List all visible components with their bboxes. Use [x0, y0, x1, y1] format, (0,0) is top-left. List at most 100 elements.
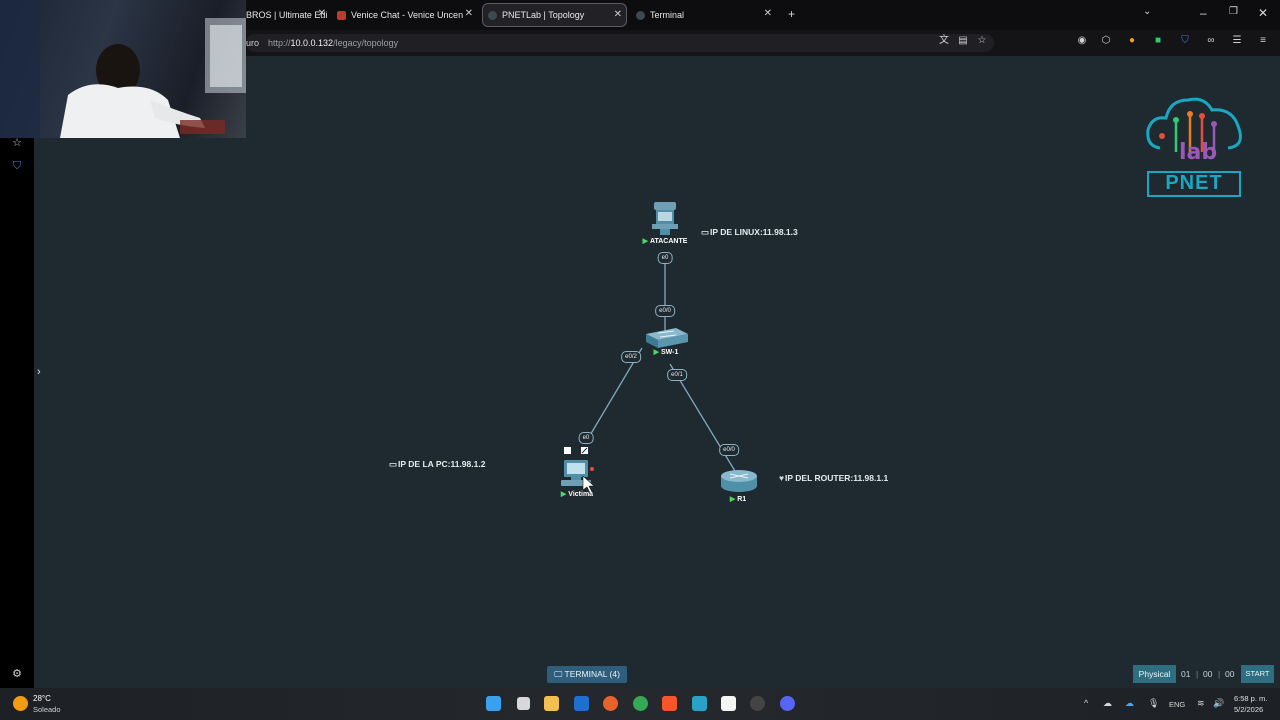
- tray-chevron-icon[interactable]: ^: [1084, 698, 1088, 708]
- restore-icon[interactable]: ❐: [1229, 6, 1238, 17]
- heart-icon: ♥: [779, 473, 785, 483]
- interface-label: e0: [578, 432, 594, 444]
- pnet-logo: lab PNET: [1142, 90, 1246, 200]
- note-linux-ip[interactable]: ▭IP DE LINUX:11.98.1.3: [701, 227, 798, 238]
- victima-node-icon[interactable]: [561, 447, 594, 486]
- timer-hours: 01: [1181, 669, 1191, 679]
- weather-temperature[interactable]: 28°C: [33, 694, 51, 703]
- timer-seconds: 00: [1225, 669, 1235, 679]
- left-sidebar: ☆ ⛉ ⚙: [0, 56, 34, 688]
- windows-taskbar: 28°C Soleado ^ ☁ ☁ 🎙 ENG ≋ 🔊 6:58 p. m. …: [0, 688, 1280, 720]
- close-icon[interactable]: ✕: [764, 8, 772, 19]
- file-explorer-icon[interactable]: [544, 696, 559, 711]
- tab-title: PNETLab | Topology: [502, 10, 585, 20]
- task-view-icon[interactable]: [517, 697, 530, 710]
- microphone-icon[interactable]: 🎙: [1148, 698, 1159, 709]
- note-pc-ip[interactable]: ▭IP DE LA PC:11.98.1.2: [389, 459, 485, 470]
- interface-label: e0/2: [621, 351, 641, 363]
- timer-separator: |: [1196, 669, 1199, 679]
- minimize-icon[interactable]: –: [1200, 6, 1207, 20]
- incognito-icon[interactable]: ∞: [1204, 34, 1218, 48]
- interface-label: e0/1: [667, 369, 687, 381]
- pnet-logo-lab: lab: [1179, 140, 1218, 165]
- monitor-icon: 🖵: [554, 669, 563, 679]
- tab-terminal[interactable]: Terminal ✕: [636, 3, 776, 27]
- sidebar-toggle-icon[interactable]: ☰: [1230, 34, 1244, 48]
- new-tab-button[interactable]: +: [788, 7, 795, 21]
- running-icon: ▶: [642, 238, 648, 245]
- topology-canvas[interactable]: e0 e0/0 e0/2 e0/1 e0 e0/0 ▶ ATACANTE ▶ SW-…: [34, 56, 1280, 688]
- clock-time[interactable]: 6:58 p. m.: [1234, 694, 1267, 703]
- brave-icon[interactable]: [662, 696, 677, 711]
- close-icon[interactable]: ✕: [318, 8, 326, 19]
- expand-panel-chevron-icon[interactable]: ›: [37, 366, 41, 378]
- pnet-logo-text: PNET: [1165, 172, 1223, 194]
- reader-mode-icon[interactable]: ▤: [956, 34, 970, 48]
- bookmark-star-icon[interactable]: ☆: [975, 34, 989, 48]
- green-extension-icon[interactable]: ■: [1151, 34, 1165, 48]
- url-text: http://10.0.0.132/legacy/topology: [268, 38, 399, 48]
- shield-extension-icon[interactable]: ⛉: [1178, 34, 1192, 48]
- github-icon[interactable]: [750, 696, 765, 711]
- volume-icon[interactable]: 🔊: [1213, 698, 1224, 709]
- interface-label: e0/0: [655, 305, 675, 317]
- running-icon: ▶: [653, 349, 660, 356]
- running-icon: ▶: [729, 496, 736, 503]
- tab-venice-chat[interactable]: Venice Chat - Venice Uncensored ✕: [337, 3, 477, 27]
- outlook-icon[interactable]: [574, 696, 589, 711]
- close-icon[interactable]: ✕: [465, 8, 473, 19]
- tab-pnetlab-topology[interactable]: PNETLab | Topology ✕: [482, 3, 627, 27]
- tab-title: Venice Chat - Venice Uncensored: [351, 10, 463, 20]
- cloud-icon[interactable]: ☁: [1103, 698, 1112, 709]
- translate-icon[interactable]: 文: [937, 34, 951, 48]
- notion-icon[interactable]: [721, 696, 736, 711]
- physical-button[interactable]: Physical: [1133, 665, 1176, 683]
- cookie-extension-icon[interactable]: ●: [1125, 34, 1139, 48]
- windows-start-icon[interactable]: [486, 696, 501, 711]
- security-label: uro: [246, 38, 260, 48]
- interface-label: e0: [657, 252, 673, 264]
- note-router-ip[interactable]: ♥IP DEL ROUTER:11.98.1.1: [779, 473, 888, 483]
- router-node-icon[interactable]: [721, 470, 757, 492]
- firefox-icon[interactable]: [603, 696, 618, 711]
- node-label-victima[interactable]: ▶ Victima: [561, 490, 593, 498]
- menu-icon[interactable]: ≡: [1256, 34, 1270, 48]
- onedrive-icon[interactable]: ☁: [1125, 698, 1134, 709]
- tab-list-chevron-icon[interactable]: ⌄: [1143, 6, 1151, 17]
- switch-node-icon[interactable]: [646, 328, 688, 348]
- weather-condition[interactable]: Soleado: [33, 705, 61, 714]
- venice-icon: [337, 10, 346, 20]
- atacante-node-icon[interactable]: [652, 202, 678, 235]
- start-button[interactable]: START: [1241, 665, 1274, 683]
- vscode-icon[interactable]: [692, 696, 707, 711]
- node-label-atacante[interactable]: ▶ ATACANTE: [643, 237, 688, 245]
- chrome-icon[interactable]: [633, 696, 648, 711]
- url-field[interactable]: uro http://10.0.0.132/legacy/topology: [246, 34, 994, 52]
- clock-date[interactable]: 5/2/2026: [1234, 705, 1263, 714]
- terminal-button[interactable]: 🖵 TERMINAL (4): [547, 666, 627, 683]
- language-indicator[interactable]: ENG: [1169, 700, 1185, 709]
- tab-title: Terminal: [650, 10, 685, 20]
- window-close-icon[interactable]: ✕: [1258, 6, 1268, 20]
- timer-separator: |: [1218, 669, 1221, 679]
- weather-sun-icon[interactable]: [13, 696, 28, 711]
- node-label-r1[interactable]: ▶ R1: [730, 495, 746, 503]
- network-card-icon: ▭: [701, 227, 710, 237]
- wifi-icon[interactable]: ≋: [1197, 698, 1205, 709]
- running-icon: ▶: [560, 491, 567, 498]
- node-label-sw1[interactable]: ▶ SW-1: [654, 348, 679, 356]
- interface-label: e0/0: [719, 444, 739, 456]
- tab-title: BROS | Ultimate Edi: [246, 10, 328, 20]
- shield-icon[interactable]: ⛉: [10, 160, 24, 173]
- pnetlab-icon: [488, 10, 497, 20]
- topology-links: [561, 202, 757, 494]
- account-icon[interactable]: ◉: [1075, 34, 1089, 48]
- discord-icon[interactable]: [780, 696, 795, 711]
- extensions-icon[interactable]: ⬡: [1099, 34, 1113, 48]
- terminal-tab-icon: [636, 10, 645, 20]
- settings-gear-icon[interactable]: ⚙: [10, 667, 24, 680]
- tab-bros[interactable]: BROS | Ultimate Edi ✕: [246, 3, 330, 27]
- timer-minutes: 00: [1203, 669, 1213, 679]
- network-card-icon: ▭: [389, 459, 398, 469]
- close-icon[interactable]: ✕: [614, 9, 622, 20]
